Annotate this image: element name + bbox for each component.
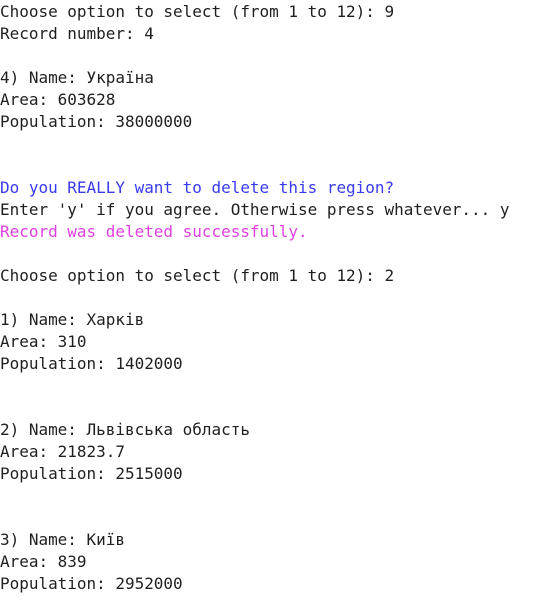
record-area-line: Area: 603628 (0, 90, 116, 109)
record-area-line: Area: 839 (0, 552, 87, 571)
record-name-line: 2) Name: Львівська область (0, 420, 250, 439)
record-area-line: Area: 310 (0, 332, 87, 351)
record-area-line: Area: 21823.7 (0, 442, 125, 461)
menu-prompt-line: Choose option to select (from 1 to 12): … (0, 2, 395, 21)
record-population-line: Population: 2515000 (0, 464, 183, 483)
record-number-line: Record number: 4 (0, 24, 154, 43)
menu-prompt-line: Choose option to select (from 1 to 12): … (0, 266, 395, 285)
delete-confirm-input-line: Enter 'y' if you agree. Otherwise press … (0, 200, 510, 219)
record-name-line: 3) Name: Київ (0, 530, 125, 549)
record-population-line: Population: 38000000 (0, 112, 193, 131)
terminal-output[interactable]: Choose option to select (from 1 to 12): … (0, 0, 542, 604)
record-name-line: 1) Name: Харків (0, 310, 145, 329)
delete-success-message: Record was deleted successfully. (0, 222, 308, 241)
delete-confirm-question: Do you REALLY want to delete this region… (0, 178, 395, 197)
record-population-line: Population: 2952000 (0, 574, 183, 593)
record-population-line: Population: 1402000 (0, 354, 183, 373)
record-name-line: 4) Name: Україна (0, 68, 154, 87)
